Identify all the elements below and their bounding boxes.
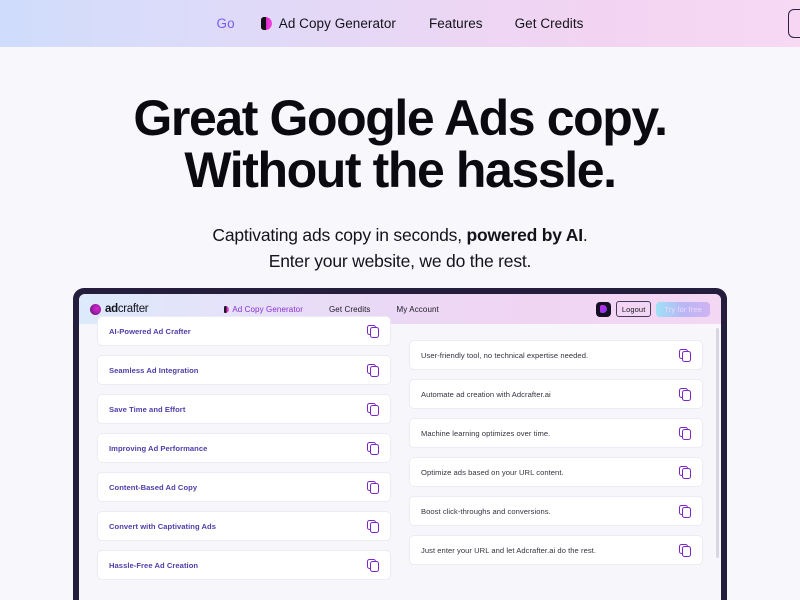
list-item[interactable]: AI-Powered Ad Crafter — [97, 316, 391, 346]
card-text: AI-Powered Ad Crafter — [109, 326, 191, 336]
card-text: Save Time and Effort — [109, 404, 186, 414]
hero-subtitle: Captivating ads copy in seconds, powered… — [0, 222, 800, 274]
copy-icon[interactable] — [367, 402, 379, 416]
list-item[interactable]: Automate ad creation with Adcrafter.ai — [409, 379, 703, 409]
top-navigation-bar: Go Ad Copy Generator Features Get Credit… — [0, 0, 800, 47]
copy-icon[interactable] — [367, 480, 379, 494]
card-text: User-friendly tool, no technical experti… — [421, 350, 589, 360]
app-nav-ad-copy-generator-label: Ad Copy Generator — [232, 304, 303, 314]
app-preview-body: AI-Powered Ad Crafter Seamless Ad Integr… — [79, 316, 721, 600]
subtitle-text-a: Captivating ads copy in seconds, — [212, 225, 467, 245]
headline-line-2: Without the hassle. — [184, 142, 617, 198]
top-nav-links: Go Ad Copy Generator Features Get Credit… — [217, 16, 584, 31]
card-text: Hassle-Free Ad Creation — [109, 560, 199, 570]
list-item[interactable]: Save Time and Effort — [97, 394, 391, 424]
app-preview-nav-links: Ad Copy Generator Get Credits My Account — [224, 305, 439, 314]
copy-icon[interactable] — [679, 387, 691, 401]
app-icon-button[interactable] — [595, 301, 611, 317]
app-preview-frame: adcrafter Ad Copy Generator Get Credits … — [73, 288, 727, 600]
copy-icon[interactable] — [367, 363, 379, 377]
descriptions-column: User-friendly tool, no technical experti… — [409, 340, 703, 600]
list-item[interactable]: Machine learning optimizes over time. — [409, 418, 703, 448]
copy-icon[interactable] — [679, 426, 691, 440]
subtitle-text-c: . — [582, 225, 588, 245]
nav-link-get-credits[interactable]: Get Credits — [515, 16, 584, 31]
list-item[interactable]: Improving Ad Performance — [97, 433, 391, 463]
brand-mark-icon — [260, 17, 272, 30]
copy-icon[interactable] — [367, 519, 379, 533]
app-logo[interactable]: adcrafter — [90, 303, 149, 315]
card-text: Convert with Captivating Ads — [109, 521, 217, 531]
list-item[interactable]: Boost click-throughs and conversions. — [409, 496, 703, 526]
copy-icon[interactable] — [367, 441, 379, 455]
card-text: Optimize ads based on your URL content. — [421, 467, 564, 477]
list-item[interactable]: User-friendly tool, no technical experti… — [409, 340, 703, 370]
subtitle-emphasis: powered by AI — [466, 225, 584, 245]
page-title: Great Google Ads copy. Without the hassl… — [0, 92, 800, 196]
headline-line-1: Great Google Ads copy. — [133, 90, 668, 146]
card-text: Seamless Ad Integration — [109, 365, 199, 375]
card-text: Boost click-throughs and conversions. — [421, 506, 551, 516]
copy-icon[interactable] — [679, 348, 691, 362]
logout-button[interactable]: Logout — [615, 301, 652, 317]
subtitle-line-1: Captivating ads copy in seconds, powered… — [212, 225, 587, 245]
app-nav-get-credits[interactable]: Get Credits — [329, 305, 371, 314]
card-text: Improving Ad Performance — [109, 443, 208, 453]
list-item[interactable]: Seamless Ad Integration — [97, 355, 391, 385]
card-text: Content-Based Ad Copy — [109, 482, 198, 492]
list-item[interactable]: Optimize ads based on your URL content. — [409, 457, 703, 487]
logo-circle-icon — [90, 303, 101, 315]
app-logo-text: adcrafter — [105, 303, 149, 315]
headlines-column: AI-Powered Ad Crafter Seamless Ad Integr… — [97, 316, 391, 600]
app-preview-screen: adcrafter Ad Copy Generator Get Credits … — [79, 294, 721, 600]
nav-link-ad-copy-generator-label: Ad Copy Generator — [278, 16, 396, 31]
scrollbar[interactable] — [716, 328, 719, 558]
app-nav-brand-mark-icon — [224, 305, 230, 313]
card-text: Machine learning optimizes over time. — [421, 428, 551, 438]
nav-link-features[interactable]: Features — [429, 16, 483, 31]
app-logo-light: crafter — [117, 303, 149, 315]
copy-icon[interactable] — [679, 543, 691, 557]
nav-edge-button[interactable] — [788, 9, 800, 38]
copy-icon[interactable] — [679, 504, 691, 518]
card-text: Automate ad creation with Adcrafter.ai — [421, 389, 551, 399]
list-item[interactable]: Just enter your URL and let Adcrafter.ai… — [409, 535, 703, 565]
copy-icon[interactable] — [367, 324, 379, 338]
nav-link-ad-copy-generator[interactable]: Ad Copy Generator — [260, 16, 396, 31]
card-text: Just enter your URL and let Adcrafter.ai… — [421, 545, 597, 555]
list-item[interactable]: Convert with Captivating Ads — [97, 511, 391, 541]
app-logo-bold: ad — [105, 303, 118, 315]
copy-icon[interactable] — [367, 558, 379, 572]
nav-link-go[interactable]: Go — [217, 16, 235, 31]
copy-icon[interactable] — [679, 465, 691, 479]
list-item[interactable]: Content-Based Ad Copy — [97, 472, 391, 502]
app-nav-ad-copy-generator[interactable]: Ad Copy Generator — [224, 305, 303, 314]
list-item[interactable]: Hassle-Free Ad Creation — [97, 550, 391, 580]
app-preview-nav-actions: Logout Try for free — [595, 301, 710, 317]
try-for-free-button[interactable]: Try for free — [656, 301, 710, 317]
app-nav-my-account[interactable]: My Account — [397, 305, 439, 314]
subtitle-line-2: Enter your website, we do the rest. — [268, 251, 532, 271]
hero-section: Great Google Ads copy. Without the hassl… — [0, 47, 800, 274]
